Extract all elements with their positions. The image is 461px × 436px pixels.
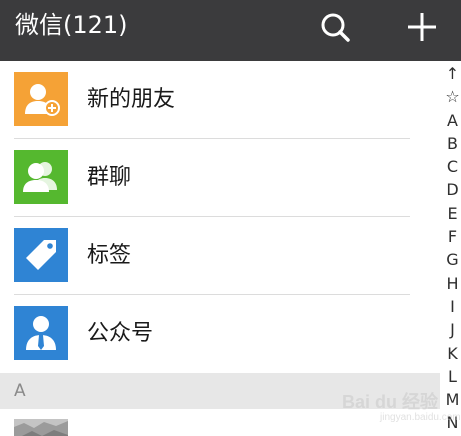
- plus-icon: [408, 13, 436, 41]
- index-item[interactable]: M: [444, 388, 461, 411]
- official-account-icon: [14, 306, 68, 360]
- index-item[interactable]: E: [444, 202, 461, 225]
- row-label: 新的朋友: [87, 87, 176, 112]
- add-button[interactable]: [402, 8, 442, 48]
- watermark: Bai du 经验: [342, 392, 439, 412]
- index-item[interactable]: F: [444, 225, 461, 248]
- index-item[interactable]: ↑: [444, 62, 461, 85]
- index-item[interactable]: J: [444, 318, 461, 341]
- search-button[interactable]: [315, 8, 355, 48]
- row-label: 公众号: [87, 321, 154, 346]
- search-icon: [321, 13, 350, 42]
- index-item[interactable]: B: [444, 132, 461, 155]
- index-item[interactable]: ☆: [444, 85, 461, 108]
- contact-avatar[interactable]: [14, 419, 68, 436]
- index-item[interactable]: I: [444, 295, 461, 318]
- index-item[interactable]: H: [444, 272, 461, 295]
- index-item[interactable]: D: [444, 178, 461, 201]
- index-item[interactable]: A: [444, 109, 461, 132]
- row-official-accounts[interactable]: 公众号: [0, 295, 440, 373]
- tag-icon: [14, 228, 68, 282]
- watermark-sub: jingyan.baidu.com: [380, 412, 461, 423]
- row-tags[interactable]: 标签: [0, 217, 440, 295]
- index-item[interactable]: L: [444, 365, 461, 388]
- index-item[interactable]: K: [444, 342, 461, 365]
- row-label: 标签: [87, 243, 132, 268]
- row-new-friends[interactable]: 新的朋友: [0, 61, 440, 139]
- index-item[interactable]: C: [444, 155, 461, 178]
- index-item[interactable]: G: [444, 248, 461, 271]
- avatar-image: [14, 419, 68, 436]
- row-group-chats[interactable]: 群聊: [0, 139, 440, 217]
- alphabet-index-bar[interactable]: ↑ ☆ A B C D E F G H I J K L M N: [444, 62, 461, 435]
- group-chat-icon: [14, 150, 68, 204]
- add-friend-icon: [14, 72, 68, 126]
- row-label: 群聊: [87, 165, 132, 190]
- top-bar: 微信(121): [0, 0, 461, 61]
- section-letter: A: [14, 381, 26, 401]
- contacts-function-list: 新的朋友 群聊 标签 公众号: [0, 61, 440, 373]
- page-title: 微信(121): [15, 11, 128, 39]
